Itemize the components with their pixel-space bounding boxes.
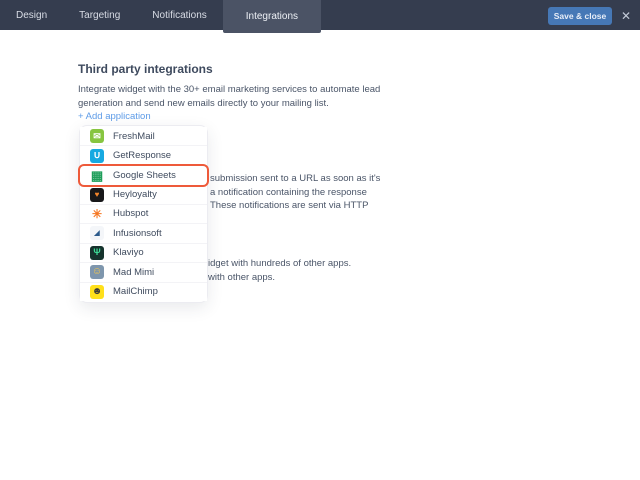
integrations-page: Third party integrations Integrate widge… <box>0 30 640 480</box>
page-description: Integrate widget with the 30+ email mark… <box>78 84 381 109</box>
list-item[interactable]: ✳ Hubspot <box>80 204 207 225</box>
infusionsoft-icon: ◢ <box>90 226 104 241</box>
list-item-label: Klaviyo <box>113 247 144 259</box>
list-item[interactable]: ☻ MailChimp <box>80 282 207 301</box>
hubspot-icon: ✳ <box>91 206 103 221</box>
freshmail-icon: ✉ <box>90 129 104 144</box>
tab-bar: Design Targeting Notifications Integrations <box>0 0 640 33</box>
clipped-text-line: idget with hundreds of other apps. <box>208 258 352 269</box>
list-item[interactable]: ✉ FreshMail <box>80 127 207 147</box>
list-item[interactable]: ∪ GetResponse <box>80 146 207 166</box>
list-item[interactable]: ☺ Mad Mimi <box>80 263 207 283</box>
clipped-webhook-text: submission sent to a URL as soon as it's… <box>210 172 380 213</box>
list-item-label: Heyloyalty <box>113 189 157 201</box>
heyloyalty-icon: ♥ <box>90 187 104 202</box>
list-item-label: Google Sheets <box>113 169 176 181</box>
list-item-label: Infusionsoft <box>113 227 162 239</box>
tab-design[interactable]: Design <box>0 0 63 30</box>
tab-targeting[interactable]: Targeting <box>63 0 136 30</box>
list-item-label: GetResponse <box>113 150 172 162</box>
clipped-text-line: These notifications are sent via HTTP <box>210 200 369 211</box>
list-item-label: Hubspot <box>113 208 149 220</box>
list-item-label: Mad Mimi <box>113 266 155 278</box>
google-sheets-icon: ▦ <box>90 167 104 183</box>
clipped-apps-text: idget with hundreds of other apps. with o… <box>208 257 351 284</box>
tab-integrations[interactable]: Integrations <box>222 0 322 33</box>
madmimi-icon: ☺ <box>90 265 104 280</box>
clipped-text-line: a notification containing the response <box>210 186 367 198</box>
clipped-text-line: submission sent to a URL as soon as it's <box>210 173 381 184</box>
list-item[interactable]: ▦ Google Sheets <box>80 165 207 186</box>
add-application-link[interactable]: + Add application <box>78 111 151 122</box>
list-item[interactable]: ♥ Heyloyalty <box>80 185 207 205</box>
list-item[interactable]: ◢ Infusionsoft <box>80 224 207 244</box>
getresponse-icon: ∪ <box>90 148 104 163</box>
mailchimp-icon: ☻ <box>90 284 104 299</box>
save-and-close-button[interactable]: Save & close <box>548 7 612 25</box>
close-icon[interactable]: ✕ <box>619 9 633 23</box>
klaviyo-icon: Ψ <box>90 245 104 260</box>
clipped-text-line: with other apps. <box>208 271 276 283</box>
list-item[interactable]: Ψ Klaviyo <box>80 243 207 264</box>
list-item-label: FreshMail <box>113 130 155 142</box>
list-item-label: MailChimp <box>113 286 158 298</box>
top-toolbar: Design Targeting Notifications Integrations… <box>0 0 640 33</box>
tab-notifications[interactable]: Notifications <box>136 0 222 30</box>
page-title: Third party integrations <box>78 62 213 76</box>
add-application-dropdown: ✉ FreshMail ∪ GetResponse ▦ Google Sheet… <box>79 125 208 303</box>
